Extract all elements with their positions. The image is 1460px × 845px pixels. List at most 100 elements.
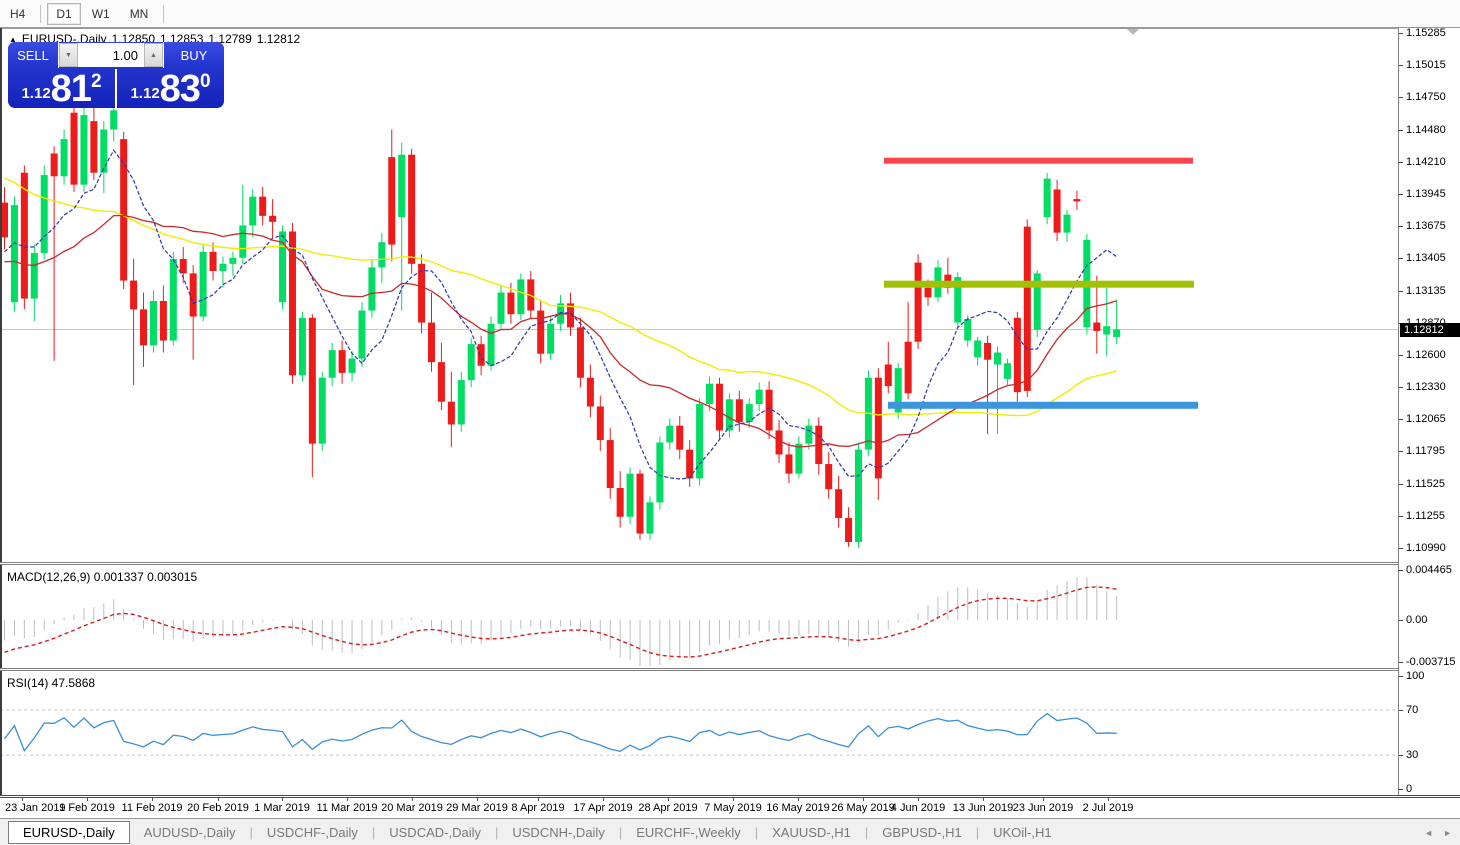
- date-axis-label: 23 Jun 2019: [1013, 802, 1074, 814]
- chart-tab-xauusd-h1[interactable]: XAUUSD-,H1: [758, 822, 865, 843]
- sell-button[interactable]: SELL: [8, 42, 59, 68]
- candle: [845, 518, 852, 542]
- date-axis-label: 1 Feb 2019: [59, 802, 115, 814]
- candle: [368, 267, 375, 310]
- candle: [229, 258, 236, 264]
- volume-input[interactable]: [78, 43, 144, 67]
- candle: [219, 264, 226, 271]
- price-axis-label: 1.14210: [1406, 156, 1446, 168]
- axis-tick: [1399, 355, 1403, 356]
- price-axis-label: 1.11795: [1406, 445, 1445, 457]
- timeframe-toolbar: H4 D1 W1 MN: [0, 0, 1460, 28]
- chart-tab-bar: EURUSD-,DailyAUDUSD-,Daily|USDCHF-,Daily…: [0, 818, 1460, 845]
- volume-increase-button[interactable]: ▲: [144, 43, 163, 67]
- candle: [289, 231, 296, 375]
- candle: [1113, 330, 1120, 337]
- candle: [537, 311, 544, 354]
- candle: [1064, 215, 1071, 233]
- axis-tick: [1399, 97, 1403, 98]
- price-axis-label: 1.14750: [1406, 91, 1446, 103]
- macd-indicator-pane[interactable]: [0, 565, 1398, 668]
- sell-price-sup: 2: [91, 71, 102, 93]
- buy-price-display[interactable]: 1.12 83 0: [117, 69, 224, 108]
- candle: [100, 130, 107, 173]
- chart-tab-eurusd-daily[interactable]: EURUSD-,Daily: [8, 821, 130, 844]
- volume-decrease-button[interactable]: ▼: [59, 43, 78, 67]
- candle: [448, 402, 455, 425]
- candle: [31, 253, 38, 299]
- axis-tick: [1399, 676, 1403, 677]
- sell-price-display[interactable]: 1.12 81 2: [8, 69, 117, 108]
- rsi-indicator-label: RSI(14) 47.5868: [7, 676, 95, 690]
- date-axis-label: 13 Jun 2019: [953, 802, 1014, 814]
- date-axis-label: 20 Mar 2019: [381, 802, 443, 814]
- candle: [150, 301, 157, 345]
- rsi-axis-label: 70: [1406, 704, 1418, 716]
- chart-tab-usdchf-daily[interactable]: USDCHF-,Daily: [253, 822, 372, 843]
- rsi-indicator-pane[interactable]: [0, 671, 1398, 795]
- timeframe-mn-button[interactable]: MN: [121, 3, 158, 25]
- price-axis[interactable]: 1.152851.150151.147501.144801.142101.139…: [1398, 28, 1460, 795]
- chart-shift-marker-icon: [1127, 29, 1139, 35]
- candle: [378, 242, 385, 267]
- candle: [458, 380, 465, 424]
- date-axis-label: 2 Jul 2019: [1083, 802, 1134, 814]
- candle: [875, 378, 882, 479]
- pane-splitter[interactable]: [0, 562, 1460, 565]
- price-axis-label: 1.13675: [1406, 220, 1446, 232]
- resistance-level-line[interactable]: [884, 158, 1193, 164]
- timeframe-w1-button[interactable]: W1: [83, 3, 119, 25]
- mid-level-level-line[interactable]: [884, 281, 1194, 288]
- main-price-chart[interactable]: [0, 28, 1398, 562]
- timeframe-h4-button[interactable]: H4: [1, 3, 34, 25]
- chart-tab-ukoil-h1[interactable]: UKOil-,H1: [979, 822, 1066, 843]
- tab-scroll-right-icon[interactable]: ►: [1443, 828, 1452, 838]
- price-axis-label: 1.14480: [1406, 124, 1446, 136]
- chart-tab-gbpusd-h1[interactable]: GBPUSD-,H1: [868, 822, 975, 843]
- trade-panel-prices: 1.12 81 2 1.12 83 0: [8, 69, 224, 108]
- axis-tick: [1399, 484, 1403, 485]
- sell-price-prefix: 1.12: [21, 85, 50, 102]
- price-axis-label: 1.10990: [1406, 542, 1446, 554]
- buy-button[interactable]: BUY: [163, 42, 224, 68]
- axis-tick: [1399, 162, 1403, 163]
- support-level-line[interactable]: [888, 402, 1198, 409]
- date-tick: [863, 798, 864, 801]
- buy-price-sup: 0: [200, 71, 211, 93]
- candle: [637, 474, 644, 534]
- candle: [408, 155, 415, 264]
- candle: [21, 173, 28, 299]
- candle: [984, 343, 991, 360]
- macd-axis-label: 0.00: [1406, 614, 1427, 626]
- candle: [1073, 199, 1080, 201]
- candle: [587, 378, 594, 407]
- candle: [41, 175, 48, 253]
- candle: [478, 344, 485, 366]
- candle: [1024, 227, 1031, 391]
- pane-splitter[interactable]: [0, 668, 1460, 671]
- rsi-line: [5, 714, 1117, 752]
- candle: [924, 288, 931, 298]
- candle: [468, 344, 475, 380]
- date-tick: [87, 798, 88, 801]
- chart-tab-usdcnh-daily[interactable]: USDCNH-,Daily: [498, 822, 618, 843]
- candle: [994, 353, 1001, 365]
- chart-tab-usdcad-daily[interactable]: USDCAD-,Daily: [375, 822, 495, 843]
- toolbar-separator: [40, 5, 41, 23]
- candle: [488, 324, 495, 366]
- candle: [646, 502, 653, 533]
- chart-tab-eurchf-weekly[interactable]: EURCHF-,Weekly: [622, 822, 755, 843]
- chart-tab-audusd-daily[interactable]: AUDUSD-,Daily: [130, 822, 250, 843]
- date-tick: [1043, 798, 1044, 801]
- candle: [885, 365, 892, 387]
- axis-tick: [1399, 516, 1403, 517]
- toolbar-separator: [163, 5, 164, 23]
- tab-scroll-left-icon[interactable]: ◄: [1424, 828, 1433, 838]
- price-axis-label: 1.11255: [1406, 510, 1445, 522]
- candle: [547, 324, 554, 354]
- timeframe-d1-button[interactable]: D1: [47, 3, 80, 25]
- candle: [51, 153, 58, 176]
- date-axis[interactable]: 23 Jan 20191 Feb 201911 Feb 201920 Feb 2…: [0, 798, 1398, 818]
- axis-tick: [1399, 291, 1403, 292]
- date-tick: [798, 798, 799, 801]
